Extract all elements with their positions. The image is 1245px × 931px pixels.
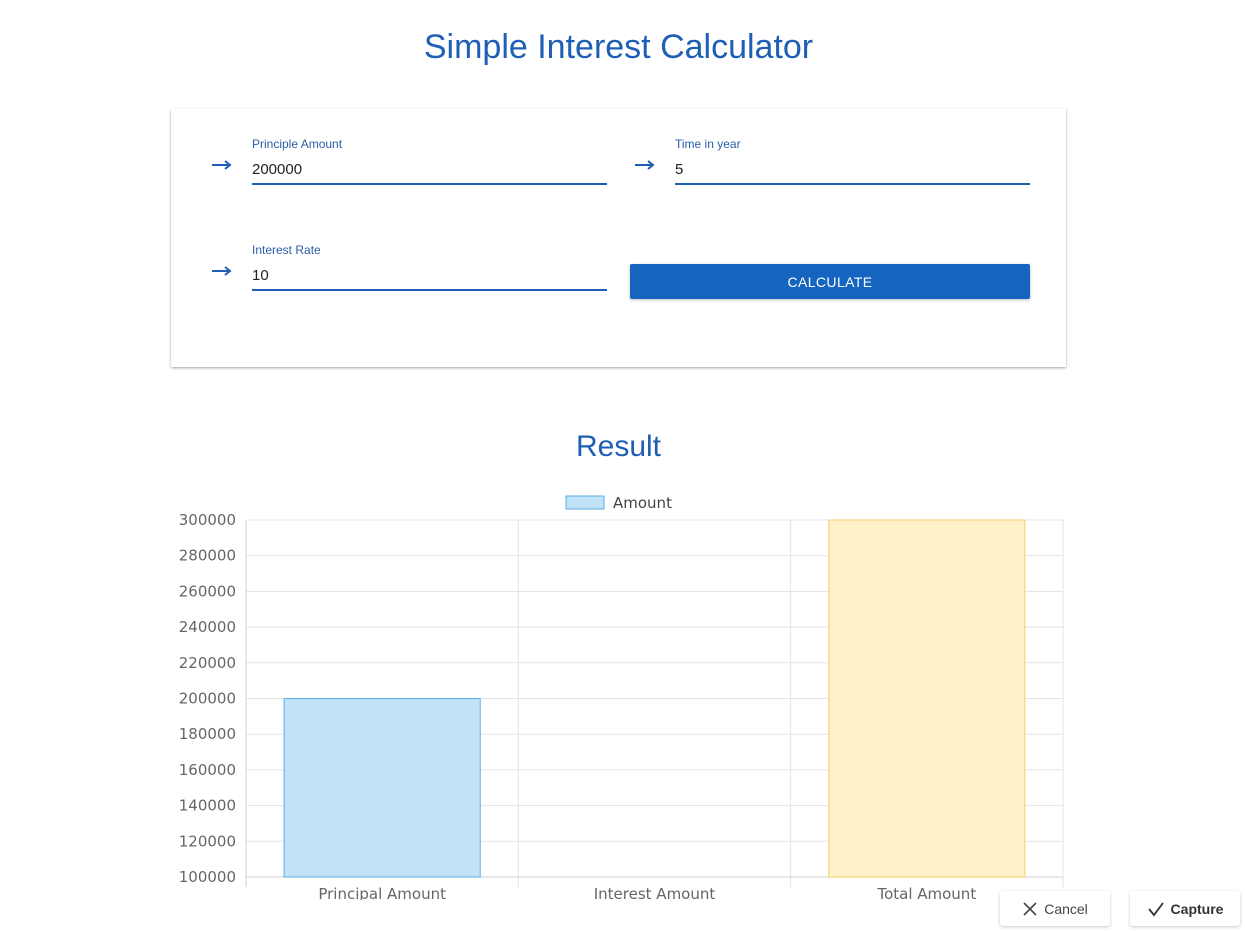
y-tick-label: 200000 (179, 690, 236, 708)
capture-button[interactable]: Capture (1130, 891, 1240, 926)
bar (828, 519, 1026, 878)
rate-input[interactable] (252, 261, 607, 291)
calculator-card: Principle Amount Time in year Interest R… (171, 109, 1066, 367)
y-tick-label: 180000 (179, 725, 236, 743)
result-title: Result (575, 430, 662, 463)
y-tick-label: 120000 (179, 832, 236, 850)
x-tick-label: Interest Amount (594, 885, 716, 900)
calculate-button[interactable]: CALCULATE (630, 264, 1030, 299)
x-tick-label: Principal Amount (318, 885, 446, 900)
x-tick-label: Total Amount (876, 885, 976, 900)
y-tick-label: 260000 (179, 582, 236, 600)
cancel-label: Cancel (1044, 900, 1088, 917)
result-chart: 100000 120000 140000 160000 180000 200000 2200… (179, 494, 1064, 900)
y-tick-label: 300000 (179, 511, 236, 529)
y-tick-label: 160000 (179, 761, 236, 779)
y-tick-label: 220000 (179, 654, 236, 672)
time-label: Time in year (675, 137, 741, 151)
page-title: Simple Interest Calculator (423, 28, 814, 66)
principal-input[interactable] (252, 155, 607, 185)
y-tick-label: 240000 (179, 618, 236, 636)
y-tick-label: 140000 (179, 797, 236, 815)
page: Simple Interest Calculator Principle Amo… (0, 0, 1245, 931)
capture-label: Capture (1170, 900, 1224, 917)
legend-label: Amount (613, 494, 672, 512)
y-tick-label: 280000 (179, 547, 236, 565)
close-icon (1023, 901, 1037, 916)
cancel-button[interactable]: Cancel (1000, 891, 1110, 926)
legend-swatch (565, 495, 605, 510)
arrow-right-icon (212, 266, 232, 276)
arrow-right-icon (212, 160, 232, 170)
check-icon (1147, 901, 1164, 916)
rate-label: Interest Rate (252, 243, 321, 257)
arrow-right-icon (635, 160, 655, 170)
time-input[interactable] (675, 155, 1030, 185)
principal-label: Principle Amount (252, 137, 343, 151)
y-tick-label: 100000 (179, 868, 236, 886)
bar (283, 698, 481, 878)
